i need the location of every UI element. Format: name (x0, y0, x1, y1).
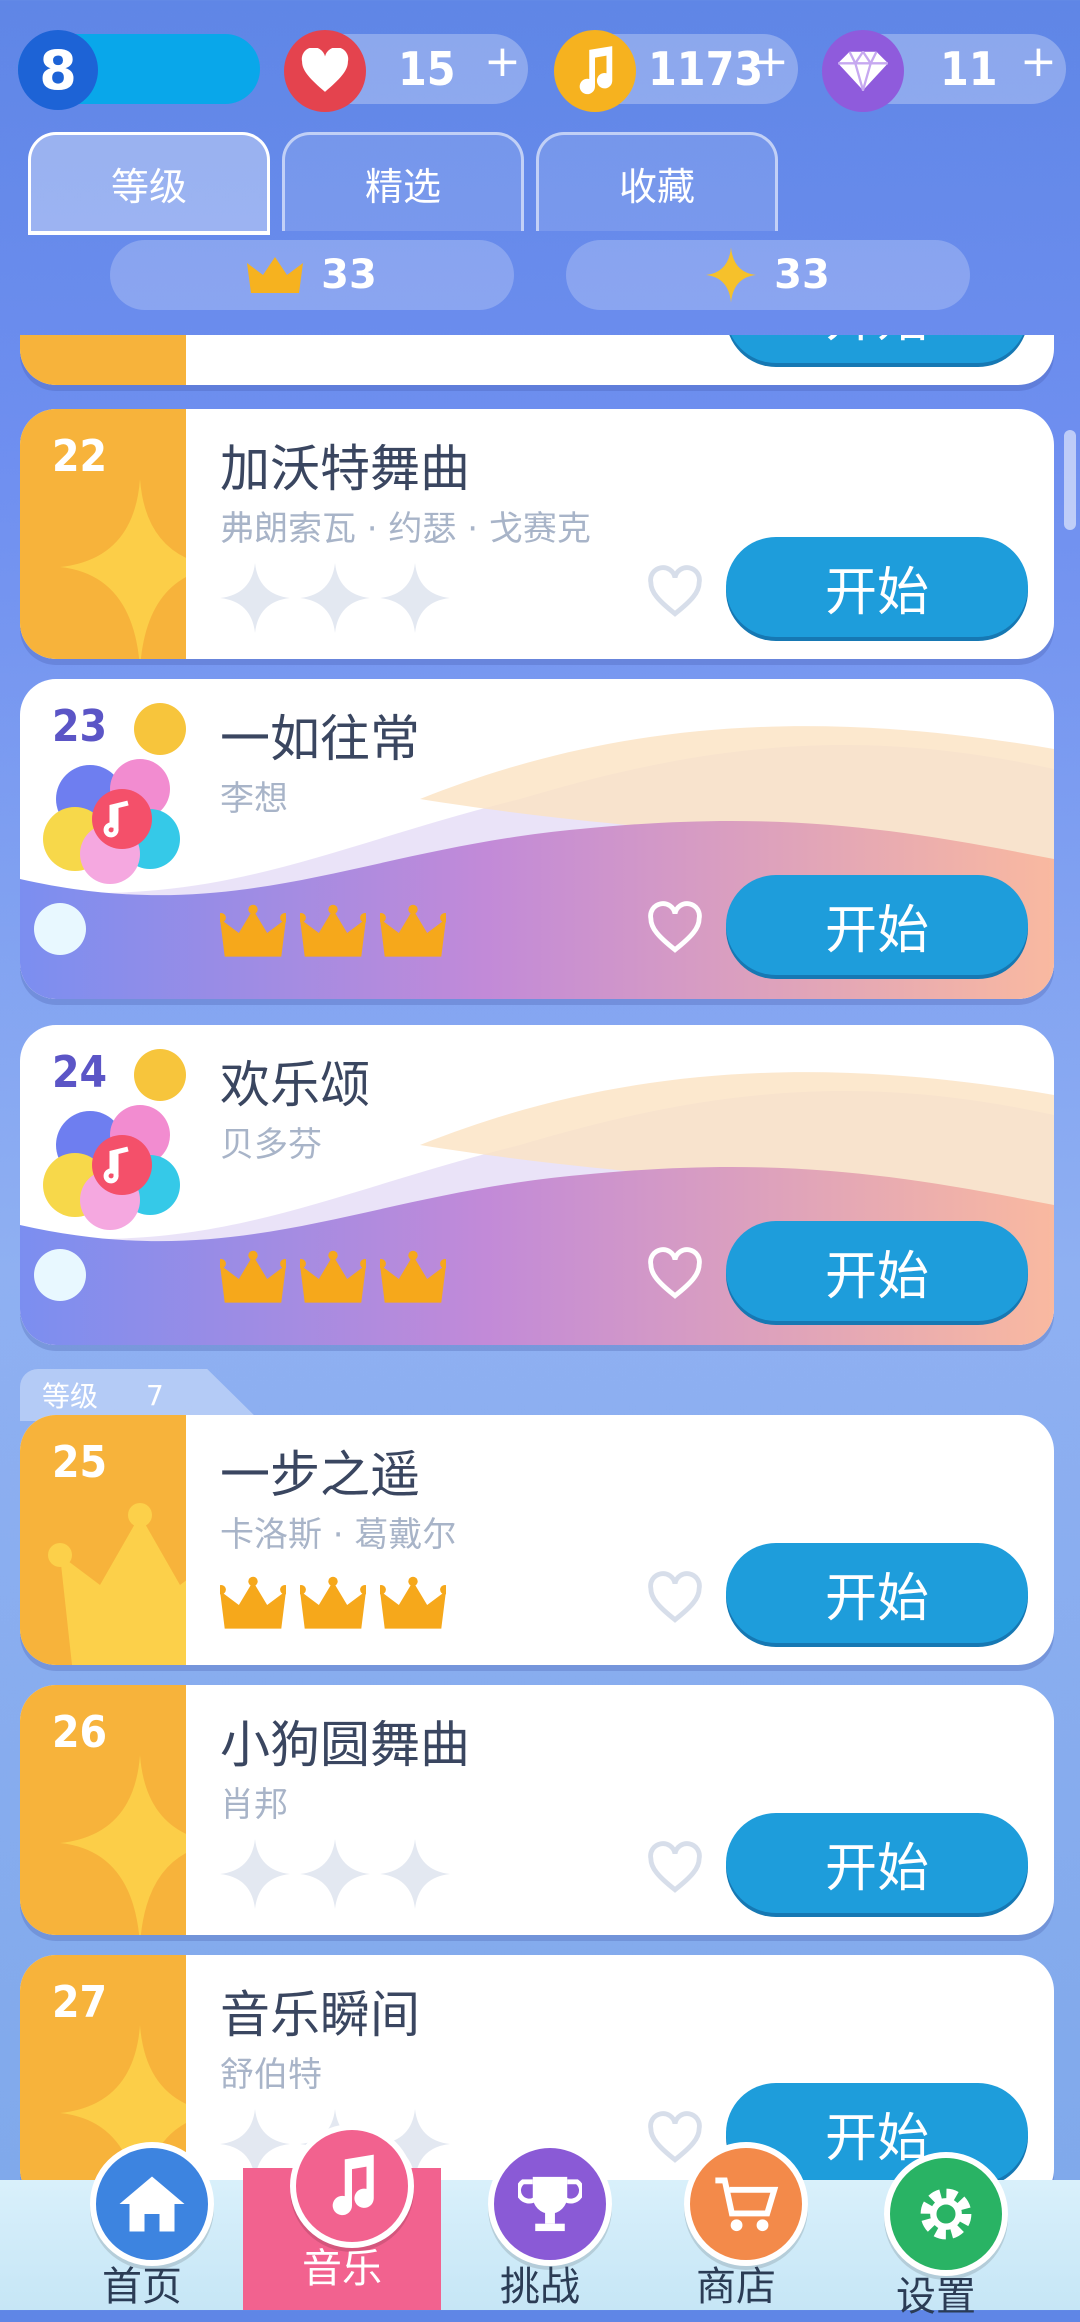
nav-challenge[interactable]: 挑战 (450, 2130, 630, 2310)
song-number: 24 (52, 1047, 108, 1098)
song-number: 26 (52, 1707, 108, 1758)
nav-home[interactable]: 首页 (52, 2130, 232, 2310)
song-title: 音乐瞬间 (220, 1986, 420, 2044)
song-artist: 肖邦 (220, 1785, 288, 1825)
start-button[interactable]: 开始 (726, 335, 1028, 363)
song-card-22[interactable]: 22 加沃特舞曲 弗朗索瓦 · 约瑟 · 戈赛克 开始 (20, 409, 1054, 659)
rating-crowns (220, 1249, 446, 1309)
cart-icon (684, 2142, 808, 2266)
song-artist: 李想 (220, 779, 288, 819)
song-card-25[interactable]: 25 一步之遥 卡洛斯 · 葛戴尔 开始 (20, 1415, 1054, 1665)
song-artist: 贝多芬 (220, 1125, 322, 1165)
favorite-heart-icon[interactable] (646, 565, 704, 619)
star-icon (380, 1839, 450, 1909)
crown-icon (300, 904, 366, 957)
rating-crowns (220, 1575, 446, 1635)
sparkle-count: 33 (774, 252, 830, 298)
favorite-heart-icon[interactable] (646, 901, 704, 955)
nav-shop[interactable]: 商店 (646, 2130, 826, 2310)
song-card-24[interactable]: 24 欢乐颂 贝多芬 开始 (20, 1025, 1054, 1345)
song-title: 一如往常 (220, 710, 420, 768)
nav-music-label: 音乐 (302, 2246, 382, 2292)
song-number: 23 (52, 701, 108, 752)
sparkle-icon (706, 247, 757, 303)
song-title: 小狗圆舞曲 (220, 1716, 470, 1774)
start-button[interactable]: 开始 (726, 1221, 1028, 1321)
song-number: 25 (52, 1437, 108, 1488)
start-button[interactable]: 开始 (726, 537, 1028, 637)
star-icon (300, 563, 370, 633)
nav-challenge-label: 挑战 (500, 2264, 580, 2310)
start-button[interactable]: 开始 (726, 875, 1028, 975)
star-icon (300, 1839, 370, 1909)
status-bar: 8 15 + 1173 + 11 + (0, 0, 1080, 140)
crown-icon (380, 1250, 446, 1303)
gear-icon (884, 2152, 1008, 2276)
notes-count: 1173 (648, 42, 764, 96)
crown-icon (247, 257, 304, 293)
lives-count: 15 (398, 42, 456, 96)
crown-icon (220, 1576, 286, 1629)
level-section-tag: 等级 7 (20, 1369, 260, 1421)
star-icon (220, 1839, 290, 1909)
nav-settings-label: 设置 (896, 2274, 976, 2320)
crown-icon (300, 1576, 366, 1629)
music-note-icon (554, 30, 636, 112)
home-icon (90, 2142, 214, 2266)
diamond-icon (822, 30, 904, 112)
crown-icon (380, 904, 446, 957)
song-list[interactable]: 开始 22 加沃特舞曲 弗朗索瓦 · 约瑟 · 戈赛克 开始 (0, 335, 1080, 2255)
crown-counter: 33 (110, 240, 514, 310)
song-number: 27 (52, 1977, 108, 2028)
star-icon (380, 563, 450, 633)
start-button[interactable]: 开始 (726, 1543, 1028, 1643)
song-artist: 舒伯特 (220, 2055, 322, 2095)
level-section-value: 7 (146, 1378, 164, 1412)
rating-stars (220, 1839, 450, 1909)
song-card-26[interactable]: 26 小狗圆舞曲 肖邦 开始 (20, 1685, 1054, 1935)
star-icon (220, 563, 290, 633)
rating-crowns (220, 903, 446, 963)
song-card-23[interactable]: 23 一如往常 李想 开始 (20, 679, 1054, 999)
list-scrollbar[interactable] (1064, 430, 1076, 530)
song-artist: 弗朗索瓦 · 约瑟 · 戈赛克 (220, 509, 591, 549)
crown-icon (220, 904, 286, 957)
tab-featured[interactable]: 精选 (282, 132, 524, 231)
sparkle-counter: 33 (566, 240, 970, 310)
trophy-icon (488, 2142, 612, 2266)
rating-stars (220, 563, 450, 633)
song-title: 加沃特舞曲 (220, 440, 470, 498)
add-notes-button[interactable]: + (752, 36, 789, 87)
heart-icon (284, 30, 366, 112)
gems-count: 11 (940, 42, 998, 96)
start-button[interactable]: 开始 (726, 1813, 1028, 1913)
tab-favorites[interactable]: 收藏 (536, 132, 778, 231)
crown-icon (220, 1250, 286, 1303)
add-lives-button[interactable]: + (484, 36, 521, 87)
nav-home-label: 首页 (102, 2264, 182, 2310)
add-gems-button[interactable]: + (1020, 36, 1057, 87)
song-artist: 卡洛斯 · 葛戴尔 (220, 1515, 457, 1555)
favorite-heart-icon[interactable] (646, 1247, 704, 1301)
song-number: 22 (52, 431, 108, 482)
nav-music[interactable]: 音乐 (252, 2112, 432, 2292)
crown-icon (300, 1250, 366, 1303)
player-level-badge: 8 (18, 30, 98, 110)
nav-settings[interactable]: 设置 (846, 2140, 1026, 2320)
level-section-label: 等级 (42, 1380, 99, 1413)
nav-shop-label: 商店 (696, 2264, 776, 2310)
song-title: 欢乐颂 (220, 1056, 370, 1114)
card-side-panel (20, 335, 186, 385)
song-title: 一步之遥 (220, 1446, 420, 1504)
favorite-heart-icon[interactable] (646, 1571, 704, 1625)
music-note-icon (290, 2124, 414, 2248)
song-card-partial[interactable]: 开始 (20, 335, 1054, 385)
crown-count: 33 (321, 252, 377, 298)
favorite-heart-icon[interactable] (646, 1841, 704, 1895)
tab-level[interactable]: 等级 (28, 132, 270, 235)
crown-icon (380, 1576, 446, 1629)
